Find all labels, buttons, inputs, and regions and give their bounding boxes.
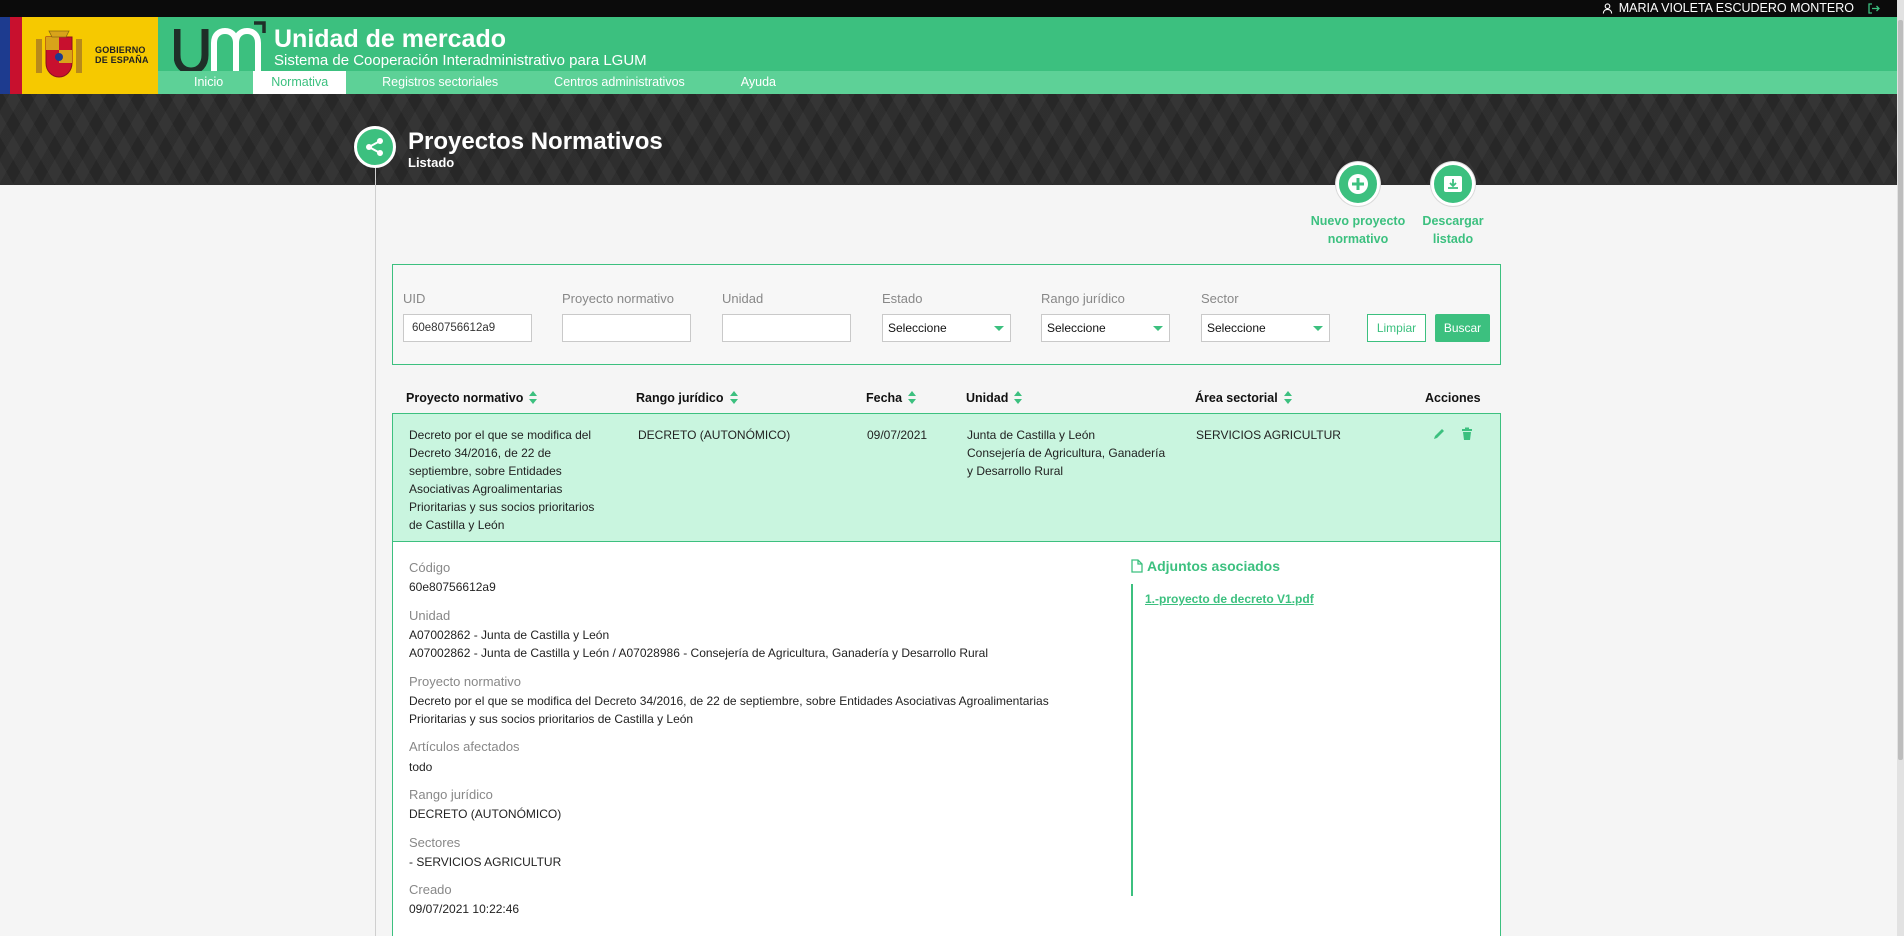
clear-button[interactable]: Limpiar	[1367, 314, 1426, 342]
rango-label: Rango jurídico	[1041, 291, 1125, 306]
col-area-sectorial[interactable]: Área sectorial	[1195, 391, 1292, 405]
sort-icon[interactable]	[1283, 391, 1292, 405]
filter-panel: UID 60e80756612a9 Proyecto normativo Uni…	[392, 264, 1501, 365]
codigo-label: Código	[409, 560, 451, 575]
creado-label: Creado	[409, 882, 452, 897]
estado-select[interactable]: Seleccione	[882, 314, 1011, 342]
nav-inicio[interactable]: Inicio	[158, 71, 243, 94]
col-acciones: Acciones	[1425, 391, 1481, 405]
app-subtitle: Sistema de Cooperación Interadministrati…	[274, 52, 647, 69]
estado-select-value: Seleccione	[888, 321, 947, 335]
proyecto-detail-value-1: Decreto por el que se modifica del Decre…	[409, 694, 1049, 708]
government-label: GOBIERNO DE ESPAÑA	[95, 45, 149, 65]
caret-down-icon	[994, 326, 1004, 331]
col-rango-juridico[interactable]: Rango jurídico	[636, 391, 738, 405]
user-menu[interactable]: MARIA VIOLETA ESCUDERO MONTERO	[1602, 1, 1880, 15]
cell-area: SERVICIOS AGRICULTUR	[1196, 428, 1341, 442]
download-list-button[interactable]: Descargar listado	[1398, 162, 1508, 248]
nav-ayuda[interactable]: Ayuda	[705, 71, 796, 94]
rango-detail-value: DECRETO (AUTONÓMICO)	[409, 807, 562, 821]
sector-label: Sector	[1201, 291, 1239, 306]
nav-registros-sectoriales[interactable]: Registros sectoriales	[346, 71, 518, 94]
share-icon	[354, 126, 396, 168]
creado-value: 09/07/2021 10:22:46	[409, 902, 520, 916]
unidad-detail-label: Unidad	[409, 608, 451, 623]
trash-icon[interactable]	[1461, 427, 1473, 441]
adjuntos-divider	[1131, 584, 1133, 896]
estado-label: Estado	[882, 291, 923, 306]
main-nav: Inicio Normativa Registros sectoriales C…	[158, 71, 1897, 94]
proyecto-detail-value-2: Prioritarias y sus socios prioritarios d…	[409, 712, 694, 726]
codigo-value: 60e80756612a9	[409, 580, 496, 594]
detail-panel: Código 60e80756612a9 Unidad A07002862 - …	[392, 542, 1501, 936]
nav-normativa[interactable]: Normativa	[253, 71, 347, 94]
um-logo-icon	[174, 21, 266, 75]
proyecto-detail-label: Proyecto normativo	[409, 674, 521, 689]
search-button[interactable]: Buscar	[1435, 314, 1490, 342]
cell-rango: DECRETO (AUTONÓMICO)	[638, 428, 791, 442]
rango-detail-label: Rango jurídico	[409, 787, 493, 802]
user-name: MARIA VIOLETA ESCUDERO MONTERO	[1618, 1, 1854, 15]
uid-input[interactable]: 60e80756612a9	[403, 314, 532, 342]
unidad-label: Unidad	[722, 291, 764, 306]
eu-flag-strip	[0, 17, 24, 94]
user-icon	[1602, 2, 1612, 14]
timeline-line	[375, 168, 376, 936]
articulos-label: Artículos afectados	[409, 739, 520, 754]
nav-centros-administrativos[interactable]: Centros administrativos	[518, 71, 705, 94]
col-fecha[interactable]: Fecha	[866, 391, 917, 405]
attachment-link[interactable]: 1.-proyecto de decreto V1.pdf	[1145, 592, 1314, 606]
cell-unidad: Junta de Castilla y León Consejería de A…	[967, 428, 1166, 478]
unidad-input[interactable]	[722, 314, 851, 342]
logout-icon[interactable]	[1868, 2, 1880, 14]
page-title: Proyectos Normativos	[408, 128, 663, 155]
cell-fecha: 09/07/2021	[867, 428, 928, 442]
sector-select-value: Seleccione	[1207, 321, 1266, 335]
page-subtitle: Listado	[408, 155, 455, 170]
sort-icon[interactable]	[529, 391, 538, 405]
sort-icon[interactable]	[1014, 391, 1023, 405]
site-header: GOBIERNO DE ESPAÑA Unidad de mercado Sis…	[0, 17, 1897, 94]
coat-of-arms-icon	[36, 30, 82, 78]
unidad-detail-value-1: A07002862 - Junta de Castilla y León	[409, 628, 610, 642]
col-unidad[interactable]: Unidad	[966, 391, 1023, 405]
unidad-detail-value-2: A07002862 - Junta de Castilla y León / A…	[409, 646, 989, 660]
download-icon	[1431, 162, 1475, 206]
edit-icon[interactable]	[1432, 427, 1446, 441]
proyecto-input[interactable]	[562, 314, 691, 342]
sector-select[interactable]: Seleccione	[1201, 314, 1330, 342]
sort-icon[interactable]	[729, 391, 738, 405]
page-banner	[0, 94, 1897, 185]
articulos-value: todo	[409, 760, 433, 774]
file-icon	[1131, 559, 1143, 573]
col-proyecto-normativo[interactable]: Proyecto normativo	[406, 391, 538, 405]
table-row[interactable]: Decreto por el que se modifica del Decre…	[392, 413, 1501, 542]
plus-icon	[1336, 162, 1380, 206]
adjuntos-title: Adjuntos asociados	[1131, 558, 1280, 574]
app-title: Unidad de mercado	[274, 25, 506, 53]
cell-proyecto: Decreto por el que se modifica del Decre…	[409, 428, 595, 532]
caret-down-icon	[1313, 326, 1323, 331]
proyecto-label: Proyecto normativo	[562, 291, 674, 306]
sectores-value: - SERVICIOS AGRICULTUR	[409, 855, 562, 869]
page-scrollbar[interactable]	[1897, 0, 1904, 936]
rango-select[interactable]: Seleccione	[1041, 314, 1170, 342]
top-bar: MARIA VIOLETA ESCUDERO MONTERO	[0, 0, 1904, 17]
sort-icon[interactable]	[908, 391, 917, 405]
scrollbar-thumb[interactable]	[1898, 20, 1903, 760]
new-project-button[interactable]: Nuevo proyecto normativo	[1303, 162, 1413, 248]
rango-select-value: Seleccione	[1047, 321, 1106, 335]
sectores-label: Sectores	[409, 835, 461, 850]
uid-label: UID	[403, 291, 426, 306]
caret-down-icon	[1153, 326, 1163, 331]
government-logo: GOBIERNO DE ESPAÑA	[0, 17, 158, 94]
